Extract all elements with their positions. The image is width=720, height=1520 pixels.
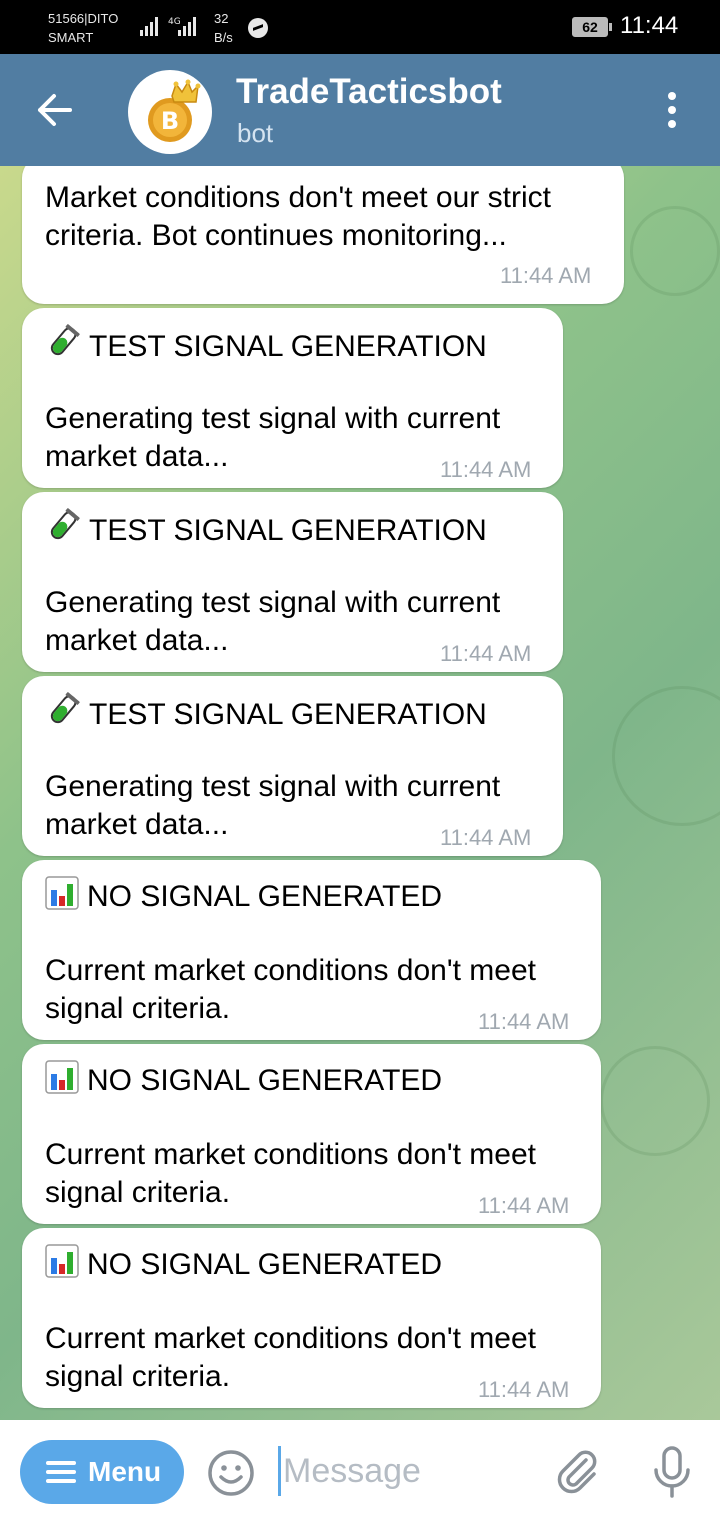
network-speed-value: 32 (214, 11, 229, 26)
svg-text:B: B (161, 107, 179, 135)
message-title-text: NO SIGNAL GENERATED (87, 880, 443, 913)
message-title: NO SIGNAL GENERATED (45, 1060, 442, 1100)
message-title: TEST SIGNAL GENERATION (45, 692, 487, 734)
message-text: Market conditions don't meet our strict (45, 181, 551, 214)
message-text: Generating test signal with current (45, 586, 501, 619)
bot-avatar[interactable]: B (128, 70, 212, 154)
message-text: signal criteria. (45, 1360, 231, 1393)
carrier-info: 51566|DITO SMART (48, 9, 118, 47)
background-doodle (630, 206, 720, 296)
message-text: market data... (45, 440, 229, 473)
message-text: signal criteria. (45, 1176, 231, 1209)
message-text: Current market conditions don't meet (45, 1322, 536, 1355)
status-bar: 51566|DITO SMART 4G 32 B/s 62 11:44 (0, 0, 720, 54)
carrier-line-1: 51566|DITO (48, 11, 119, 26)
bot-menu-button[interactable]: Menu (20, 1440, 184, 1504)
arrow-left-icon[interactable] (28, 84, 80, 136)
message-title: TEST SIGNAL GENERATION (45, 324, 487, 366)
message-text: Generating test signal with current (45, 770, 501, 803)
message-time: 11:44 AM (440, 825, 532, 850)
bar-chart-icon (45, 1060, 79, 1094)
message-text: market data... (45, 808, 229, 841)
battery-icon: 62 (572, 17, 612, 37)
bar-chart-icon (45, 1244, 79, 1278)
message-list[interactable]: Market conditions don't meet our strict … (0, 166, 720, 1420)
message-title: TEST SIGNAL GENERATION (45, 508, 487, 550)
messenger-notification-icon (248, 18, 268, 38)
message-text: Generating test signal with current (45, 402, 501, 435)
network-speed-unit: B/s (214, 30, 233, 45)
message-title: NO SIGNAL GENERATED (45, 1244, 442, 1284)
microphone-icon[interactable] (646, 1444, 698, 1500)
clock: 11:44 (620, 12, 679, 39)
battery-level: 62 (582, 19, 598, 35)
message-title-text: NO SIGNAL GENERATED (87, 1064, 443, 1097)
test-tube-icon (50, 692, 80, 724)
message-bubble[interactable]: TEST SIGNAL GENERATION Generating test s… (22, 308, 563, 488)
message-bubble[interactable]: NO SIGNAL GENERATED Current market condi… (22, 1044, 601, 1224)
message-composer: Menu (0, 1420, 720, 1520)
message-bubble[interactable]: TEST SIGNAL GENERATION Generating test s… (22, 492, 563, 672)
test-tube-icon (50, 508, 80, 540)
message-time: 11:44 AM (478, 1377, 570, 1402)
hamburger-icon (46, 1461, 76, 1483)
background-doodle (600, 1046, 710, 1156)
signal-strength-icon: 4G (140, 17, 196, 36)
message-bubble[interactable]: Market conditions don't meet our strict … (22, 166, 624, 304)
message-time: 11:44 AM (478, 1193, 570, 1218)
message-time: 11:44 AM (500, 263, 592, 288)
message-time: 11:44 AM (478, 1009, 570, 1034)
bitcoin-crown-icon: B (148, 79, 201, 142)
message-title: NO SIGNAL GENERATED (45, 876, 442, 916)
network-type: 4G (168, 17, 181, 27)
message-bubble[interactable]: NO SIGNAL GENERATED Current market condi… (22, 860, 601, 1040)
message-title-text: TEST SIGNAL GENERATION (89, 330, 487, 363)
message-time: 11:44 AM (440, 457, 532, 482)
smiley-icon[interactable] (206, 1448, 256, 1498)
message-bubble[interactable]: NO SIGNAL GENERATED Current market condi… (22, 1228, 601, 1408)
message-text: signal criteria. (45, 992, 231, 1025)
message-input[interactable] (278, 1446, 538, 1496)
chat-title[interactable]: TradeTacticsbot (236, 72, 502, 112)
message-text: Current market conditions don't meet (45, 1138, 536, 1171)
message-title-text: TEST SIGNAL GENERATION (89, 514, 487, 547)
message-bubble[interactable]: TEST SIGNAL GENERATION Generating test s… (22, 676, 563, 856)
paperclip-icon[interactable] (552, 1446, 602, 1496)
message-title-text: NO SIGNAL GENERATED (87, 1248, 443, 1281)
chat-subtitle: bot (237, 118, 274, 148)
network-speed: 32 B/s (214, 9, 233, 47)
carrier-line-2: SMART (48, 30, 94, 45)
message-text: Current market conditions don't meet (45, 954, 536, 987)
test-tube-icon (50, 324, 80, 356)
menu-label: Menu (88, 1456, 162, 1487)
bar-chart-icon (45, 876, 79, 910)
message-text: criteria. Bot continues monitoring... (45, 219, 507, 252)
background-doodle (612, 686, 720, 826)
message-title-text: TEST SIGNAL GENERATION (89, 698, 487, 731)
more-vertical-icon[interactable] (656, 84, 688, 136)
message-text: market data... (45, 624, 229, 657)
chat-header: B TradeTacticsbot bot (0, 54, 720, 166)
message-time: 11:44 AM (440, 641, 532, 666)
